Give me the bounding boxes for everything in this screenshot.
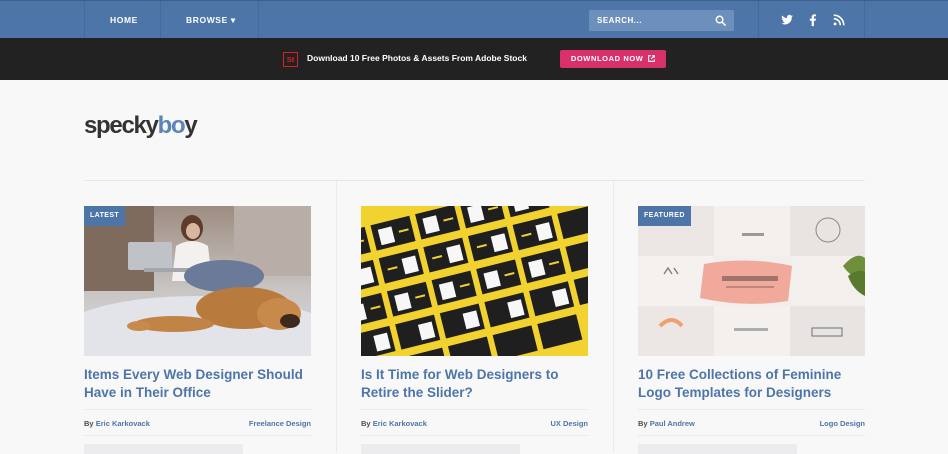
- slider-templates-image: [361, 206, 588, 356]
- article-title[interactable]: Is It Time for Web Designers to Retire t…: [361, 366, 588, 406]
- column-separator: [336, 181, 337, 453]
- article-author[interactable]: Eric Karkovack: [373, 419, 427, 428]
- article-thumbnail[interactable]: FEATURED: [638, 206, 865, 356]
- author-prefix: By: [84, 419, 94, 428]
- facebook-icon[interactable]: [806, 13, 820, 27]
- logo-text: y: [184, 112, 196, 139]
- column-separator: [613, 181, 614, 453]
- featured-badge: FEATURED: [638, 206, 691, 226]
- logo-text: specky: [84, 112, 158, 139]
- article-title[interactable]: 10 Free Collections of Feminine Logo Tem…: [638, 366, 865, 406]
- article-category[interactable]: Logo Design: [820, 419, 865, 435]
- article-thumbnail[interactable]: LATEST: [84, 206, 311, 356]
- article-meta: By Eric Karkovack UX Design: [361, 409, 588, 436]
- nav-separator: [84, 1, 85, 39]
- promo-bar: St Download 10 Free Photos & Assets From…: [0, 38, 948, 80]
- download-now-label: DOWNLOAD NOW: [571, 54, 644, 63]
- nav-separator: [160, 1, 161, 39]
- adobe-stock-logo: St: [283, 52, 298, 67]
- article-card: Is It Time for Web Designers to Retire t…: [361, 206, 588, 454]
- nav-separator: [258, 1, 259, 39]
- article-author[interactable]: Eric Karkovack: [96, 419, 150, 428]
- author-prefix: By: [638, 419, 648, 428]
- logo-templates-image: [638, 206, 865, 356]
- office-dog-photo: [84, 206, 311, 356]
- logo-text-accent: o: [171, 112, 184, 139]
- article-card: FEATURED 10 Free Collections of Feminine…: [638, 206, 865, 454]
- nav-browse-link[interactable]: BROWSE ▾: [186, 1, 236, 39]
- external-link-icon: [648, 55, 655, 62]
- site-logo[interactable]: speckyboy: [84, 112, 196, 140]
- article-category[interactable]: UX Design: [550, 419, 588, 435]
- logo-text-accent: b: [158, 112, 171, 139]
- nav-browse-label: BROWSE: [186, 15, 228, 25]
- article-meta: By Paul Andrew Logo Design: [638, 409, 865, 436]
- nav-separator: [758, 1, 759, 39]
- article-author[interactable]: Paul Andrew: [650, 419, 695, 428]
- latest-badge: LATEST: [84, 206, 125, 226]
- twitter-icon[interactable]: [780, 13, 794, 27]
- header-divider: [84, 180, 865, 181]
- top-navigation: HOME BROWSE ▾: [0, 0, 948, 38]
- article-meta: By Eric Karkovack Freelance Design: [84, 409, 311, 436]
- search-icon[interactable]: [715, 15, 726, 26]
- download-now-button[interactable]: DOWNLOAD NOW: [560, 50, 666, 68]
- chevron-down-icon: ▾: [231, 15, 236, 25]
- nav-home-link[interactable]: HOME: [110, 1, 138, 39]
- promo-text: Download 10 Free Photos & Assets From Ad…: [307, 53, 527, 63]
- article-thumbnail[interactable]: [361, 206, 588, 356]
- nav-separator: [864, 1, 865, 39]
- article-title[interactable]: Items Every Web Designer Should Have in …: [84, 366, 311, 406]
- article-card: LATEST Items Every Web Designer Should H…: [84, 206, 311, 454]
- rss-icon[interactable]: [832, 13, 846, 27]
- search-box: [589, 10, 734, 31]
- search-input[interactable]: [597, 10, 707, 31]
- article-category[interactable]: Freelance Design: [249, 419, 311, 435]
- author-prefix: By: [361, 419, 371, 428]
